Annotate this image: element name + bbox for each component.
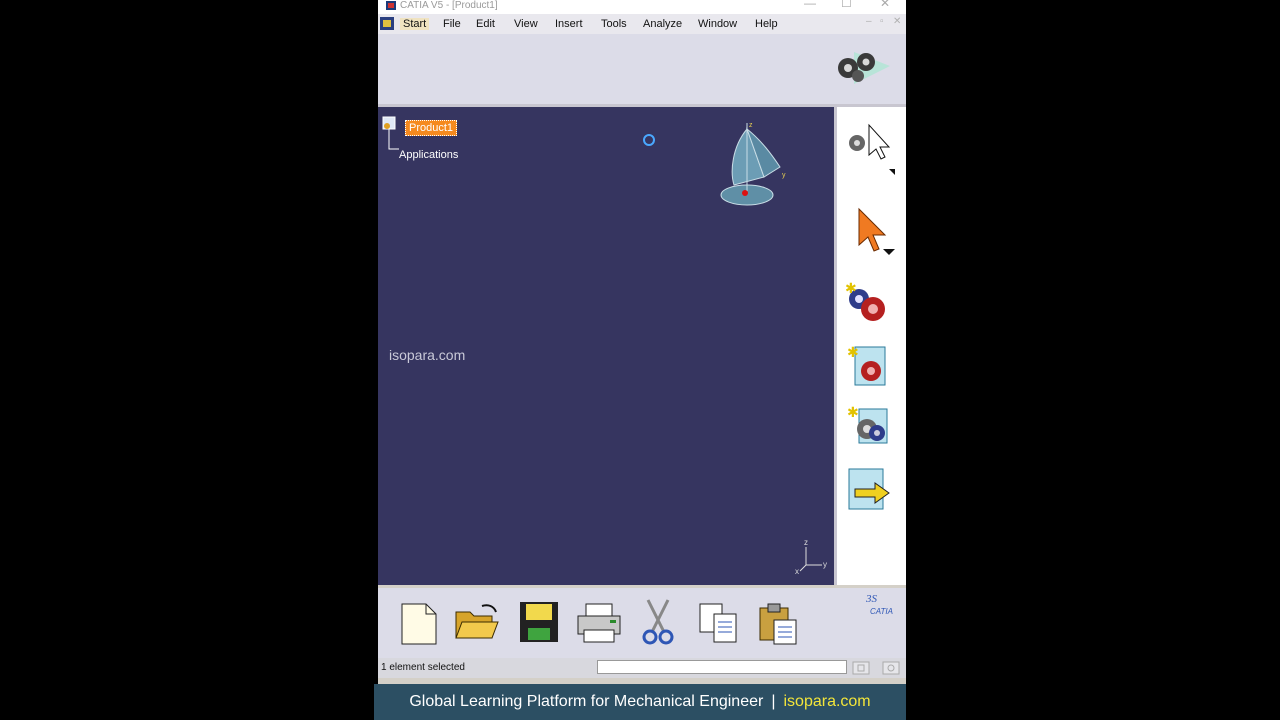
3d-viewport[interactable]: Product1 Applications z y isopara.com z …: [378, 107, 834, 585]
assembly-design-workbench-icon[interactable]: [834, 46, 890, 86]
status-bar: 1 element selected: [378, 658, 906, 678]
paste-icon[interactable]: [756, 600, 802, 646]
busy-cursor-icon: [643, 134, 655, 146]
insert-component-icon[interactable]: ✱: [845, 403, 895, 451]
axis-x-label: x: [795, 567, 799, 576]
menu-file[interactable]: File: [443, 18, 461, 30]
mdi-minimize-button[interactable]: –: [866, 16, 872, 27]
top-toolbar: [378, 34, 906, 107]
catia-logo: 3S CATIA: [865, 593, 893, 616]
menu-tools[interactable]: Tools: [601, 18, 627, 30]
compass-y-label: y: [782, 172, 786, 179]
axis-triad-icon: z x y: [795, 538, 827, 576]
catia-window: CATIA V5 - [Product1] — ☐ ✕ Start File E…: [378, 0, 906, 684]
tree-connector: [382, 116, 399, 150]
menu-view[interactable]: View: [514, 18, 538, 30]
banner-separator: |: [771, 693, 776, 710]
menu-bar: Start File Edit View Insert Tools Analyz…: [378, 14, 906, 34]
compass-z-label: z: [749, 122, 753, 129]
status-message: 1 element selected: [381, 662, 465, 673]
insert-product-icon[interactable]: ✱: [845, 343, 895, 391]
axis-y-label: y: [823, 560, 827, 569]
menu-window[interactable]: Window: [698, 18, 737, 30]
svg-text:✱: ✱: [845, 281, 857, 296]
menu-help[interactable]: Help: [755, 18, 778, 30]
menu-insert[interactable]: Insert: [555, 18, 583, 30]
right-toolbar: ✱ ✱ ✱: [834, 107, 906, 585]
tree-node-applications[interactable]: Applications: [399, 149, 458, 161]
menu-analyze[interactable]: Analyze: [643, 18, 682, 30]
existing-component-icon[interactable]: [845, 465, 895, 515]
menu-edit[interactable]: Edit: [476, 18, 495, 30]
menu-start[interactable]: Start: [400, 18, 430, 30]
banner-site: isopara.com: [783, 693, 871, 710]
banner-text: Global Learning Platform for Mechanical …: [409, 693, 764, 710]
svg-text:✱: ✱: [847, 404, 859, 420]
copy-icon[interactable]: [696, 600, 742, 646]
new-assembly-icon[interactable]: ✱: [843, 281, 895, 329]
close-button[interactable]: ✕: [880, 0, 890, 9]
catia-logo-text: CATIA: [870, 607, 893, 616]
select-cursor-icon[interactable]: [845, 121, 895, 179]
title-bar: CATIA V5 - [Product1] — ☐ ✕: [378, 0, 906, 14]
new-document-icon[interactable]: [398, 602, 440, 646]
mdi-close-button[interactable]: ✕: [893, 16, 901, 27]
tree-node-product1[interactable]: Product1: [405, 120, 458, 136]
command-input[interactable]: [597, 660, 847, 674]
axis-z-label: z: [804, 538, 808, 547]
window-title: CATIA V5 - [Product1]: [400, 0, 498, 11]
maximize-button[interactable]: ☐: [841, 0, 852, 9]
catia-app-icon: [386, 1, 396, 10]
bottom-toolbar: 3S CATIA: [378, 588, 906, 658]
print-icon[interactable]: [576, 602, 622, 644]
promo-banner: Global Learning Platform for Mechanical …: [374, 684, 906, 720]
watermark-text: isopara.com: [389, 347, 466, 363]
minimize-button[interactable]: —: [804, 0, 816, 9]
workbench-icon[interactable]: [380, 17, 394, 30]
open-folder-icon[interactable]: [454, 602, 500, 642]
svg-text:✱: ✱: [847, 344, 859, 360]
save-icon[interactable]: [518, 600, 560, 644]
mdi-restore-button[interactable]: ▫: [880, 16, 884, 27]
command-history-icon[interactable]: [882, 661, 900, 675]
compass-icon[interactable]: z y: [714, 117, 794, 209]
select-arrow-icon[interactable]: [851, 205, 895, 265]
cut-icon[interactable]: [638, 598, 678, 646]
command-stop-icon[interactable]: [852, 661, 870, 675]
svg-text:3S: 3S: [865, 593, 878, 605]
